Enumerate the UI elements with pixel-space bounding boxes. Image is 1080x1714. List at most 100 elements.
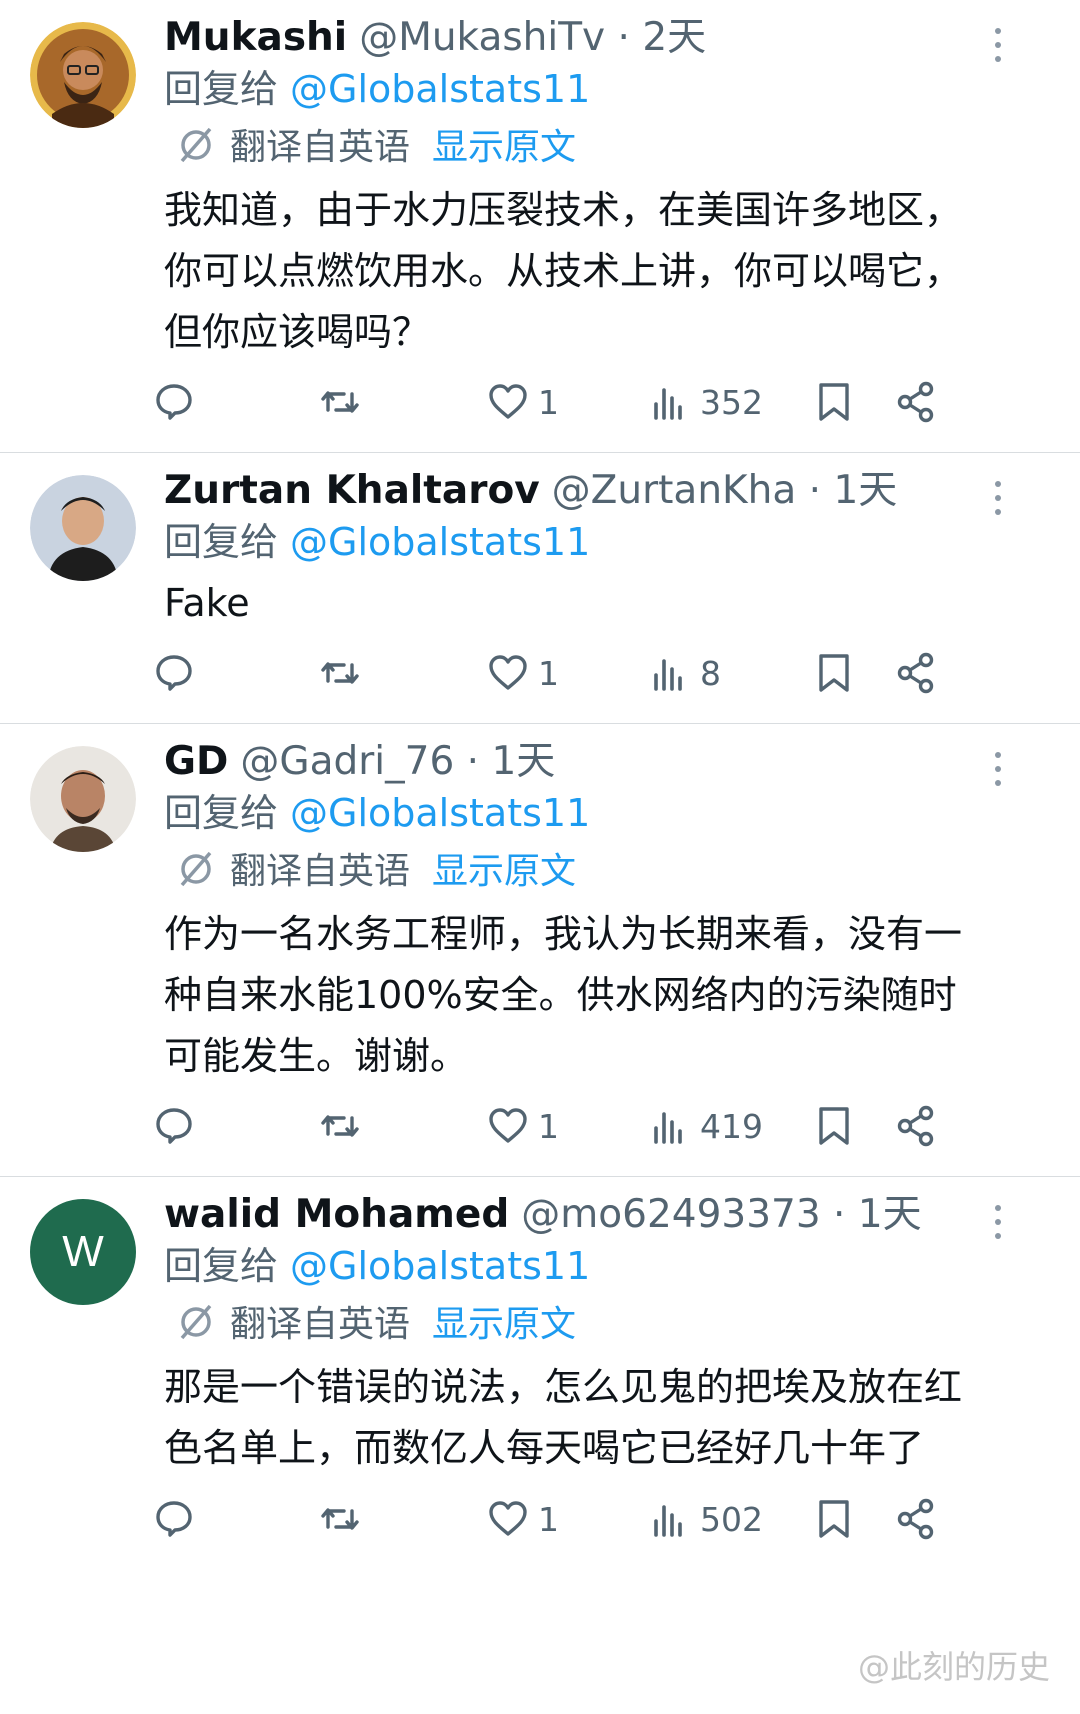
avatar[interactable]	[30, 746, 136, 852]
avatar[interactable]	[30, 475, 136, 581]
views-icon	[654, 388, 682, 420]
reply-item-3[interactable]: GD @Gadri_76 · 1天 回复给 @Globalstats11 翻译自英语…	[0, 724, 1080, 1177]
like-icon	[489, 384, 527, 419]
like-button[interactable]: 1	[486, 372, 559, 432]
author-name[interactable]: walid Mohamed	[164, 1192, 509, 1237]
more-icon[interactable]	[992, 28, 1004, 68]
text-line: 种自来水能100%安全。供水网络内的污染随时	[164, 973, 957, 1017]
reply-text: 那是一个错误的说法，怎么见鬼的把埃及放在红 色名单上，而数亿人每天喝它已经好几十…	[164, 1357, 1054, 1479]
reply-item-4[interactable]: W walid Mohamed @mo62493373 · 1天 回复给 @Glob…	[0, 1177, 1080, 1714]
share-button[interactable]	[894, 372, 938, 432]
author-handle[interactable]: @mo62493373	[521, 1192, 820, 1237]
avatar[interactable]: W	[30, 1199, 136, 1305]
avatar[interactable]	[30, 22, 136, 128]
translated-from: 翻译自英语	[230, 127, 411, 168]
reply-to-link[interactable]: @Globalstats11	[290, 1244, 590, 1288]
author-name[interactable]: Zurtan Khaltarov	[164, 468, 540, 513]
reply-prefix: 回复给	[164, 67, 279, 111]
reply-to-link[interactable]: @Globalstats11	[290, 791, 590, 835]
like-icon	[489, 1501, 527, 1536]
reply-text: 我知道，由于水力压裂技术，在美国许多地区， 你可以点燃饮用水。从技术上讲，你可以…	[164, 180, 1054, 363]
views-button[interactable]: 8	[648, 643, 721, 703]
text-line: 可能发生。谢谢。	[164, 1034, 469, 1078]
action-bar: 1 8	[0, 643, 1080, 703]
reply-icon	[156, 1108, 192, 1144]
retweet-button[interactable]	[318, 1489, 362, 1549]
bookmark-icon	[819, 383, 849, 421]
watermark: @此刻的历史	[857, 1648, 1050, 1686]
view-count: 8	[700, 653, 721, 693]
author-name[interactable]: GD	[164, 739, 228, 784]
show-original-link[interactable]: 显示原文	[432, 1304, 576, 1345]
author-handle[interactable]: @MukashiTv	[359, 15, 605, 60]
bookmark-button[interactable]	[812, 1489, 856, 1549]
views-button[interactable]: 502	[648, 1489, 763, 1549]
action-bar: 1 352	[0, 372, 1080, 432]
share-icon	[897, 652, 934, 694]
like-button[interactable]: 1	[486, 1489, 559, 1549]
text-line: 作为一名水务工程师，我认为长期来看，没有一	[164, 912, 963, 956]
like-button[interactable]: 1	[486, 1096, 559, 1156]
views-button[interactable]: 419	[648, 1096, 763, 1156]
reply-to-link[interactable]: @Globalstats11	[290, 67, 590, 111]
like-count: 1	[538, 1499, 559, 1539]
translate-icon	[180, 851, 212, 887]
reply-icon	[156, 1501, 192, 1537]
views-button[interactable]: 352	[648, 372, 763, 432]
reply-button[interactable]	[152, 643, 196, 703]
translate-icon	[180, 1304, 212, 1340]
reply-to-link[interactable]: @Globalstats11	[290, 520, 590, 564]
more-icon[interactable]	[992, 1205, 1004, 1245]
view-count: 352	[700, 382, 763, 422]
text-line: 但你应该喝吗？	[164, 310, 431, 354]
reply-button[interactable]	[152, 1096, 196, 1156]
like-count: 1	[538, 1106, 559, 1146]
retweet-icon	[321, 391, 359, 413]
reply-prefix: 回复给	[164, 520, 279, 564]
reply-item-1[interactable]: Mukashi @MukashiTv · 2天 回复给 @Globalstats11…	[0, 0, 1080, 453]
retweet-button[interactable]	[318, 372, 362, 432]
bookmark-button[interactable]	[812, 643, 856, 703]
share-button[interactable]	[894, 1096, 938, 1156]
bookmark-icon	[819, 1500, 849, 1538]
show-original-link[interactable]: 显示原文	[432, 127, 576, 168]
reply-prefix: 回复给	[164, 1244, 279, 1288]
reply-prefix: 回复给	[164, 791, 279, 835]
like-count: 1	[538, 653, 559, 693]
share-icon	[897, 1498, 934, 1540]
like-icon	[489, 1108, 527, 1143]
timestamp[interactable]: · 1天	[833, 1192, 922, 1237]
like-icon	[489, 655, 527, 690]
share-button[interactable]	[894, 643, 938, 703]
action-bar: 1 419	[0, 1096, 1080, 1156]
bookmark-button[interactable]	[812, 1096, 856, 1156]
reply-icon	[156, 655, 192, 691]
avatar-letter: W	[62, 1227, 104, 1276]
author-handle[interactable]: @Gadri_76	[240, 739, 454, 784]
text-line: 你可以点燃饮用水。从技术上讲，你可以喝它，	[164, 249, 963, 293]
reply-button[interactable]	[152, 1489, 196, 1549]
timestamp[interactable]: · 2天	[618, 15, 707, 60]
reply-text: Fake	[164, 573, 1054, 634]
retweet-button[interactable]	[318, 643, 362, 703]
translated-from: 翻译自英语	[230, 1304, 411, 1345]
like-count: 1	[538, 382, 559, 422]
view-count: 502	[700, 1499, 763, 1539]
share-button[interactable]	[894, 1489, 938, 1549]
bookmark-icon	[819, 654, 849, 692]
timestamp[interactable]: · 1天	[809, 468, 898, 513]
author-handle[interactable]: @ZurtanKha	[552, 468, 797, 513]
retweet-icon	[321, 1508, 359, 1530]
more-icon[interactable]	[992, 752, 1004, 792]
author-name[interactable]: Mukashi	[164, 15, 347, 60]
like-button[interactable]: 1	[486, 643, 559, 703]
more-icon[interactable]	[992, 481, 1004, 521]
share-icon	[897, 381, 934, 423]
retweet-icon	[321, 662, 359, 684]
show-original-link[interactable]: 显示原文	[432, 851, 576, 892]
reply-button[interactable]	[152, 372, 196, 432]
bookmark-button[interactable]	[812, 372, 856, 432]
retweet-button[interactable]	[318, 1096, 362, 1156]
timestamp[interactable]: · 1天	[467, 739, 556, 784]
reply-item-2[interactable]: Zurtan Khaltarov @ZurtanKha · 1天 回复给 @Glob…	[0, 453, 1080, 724]
